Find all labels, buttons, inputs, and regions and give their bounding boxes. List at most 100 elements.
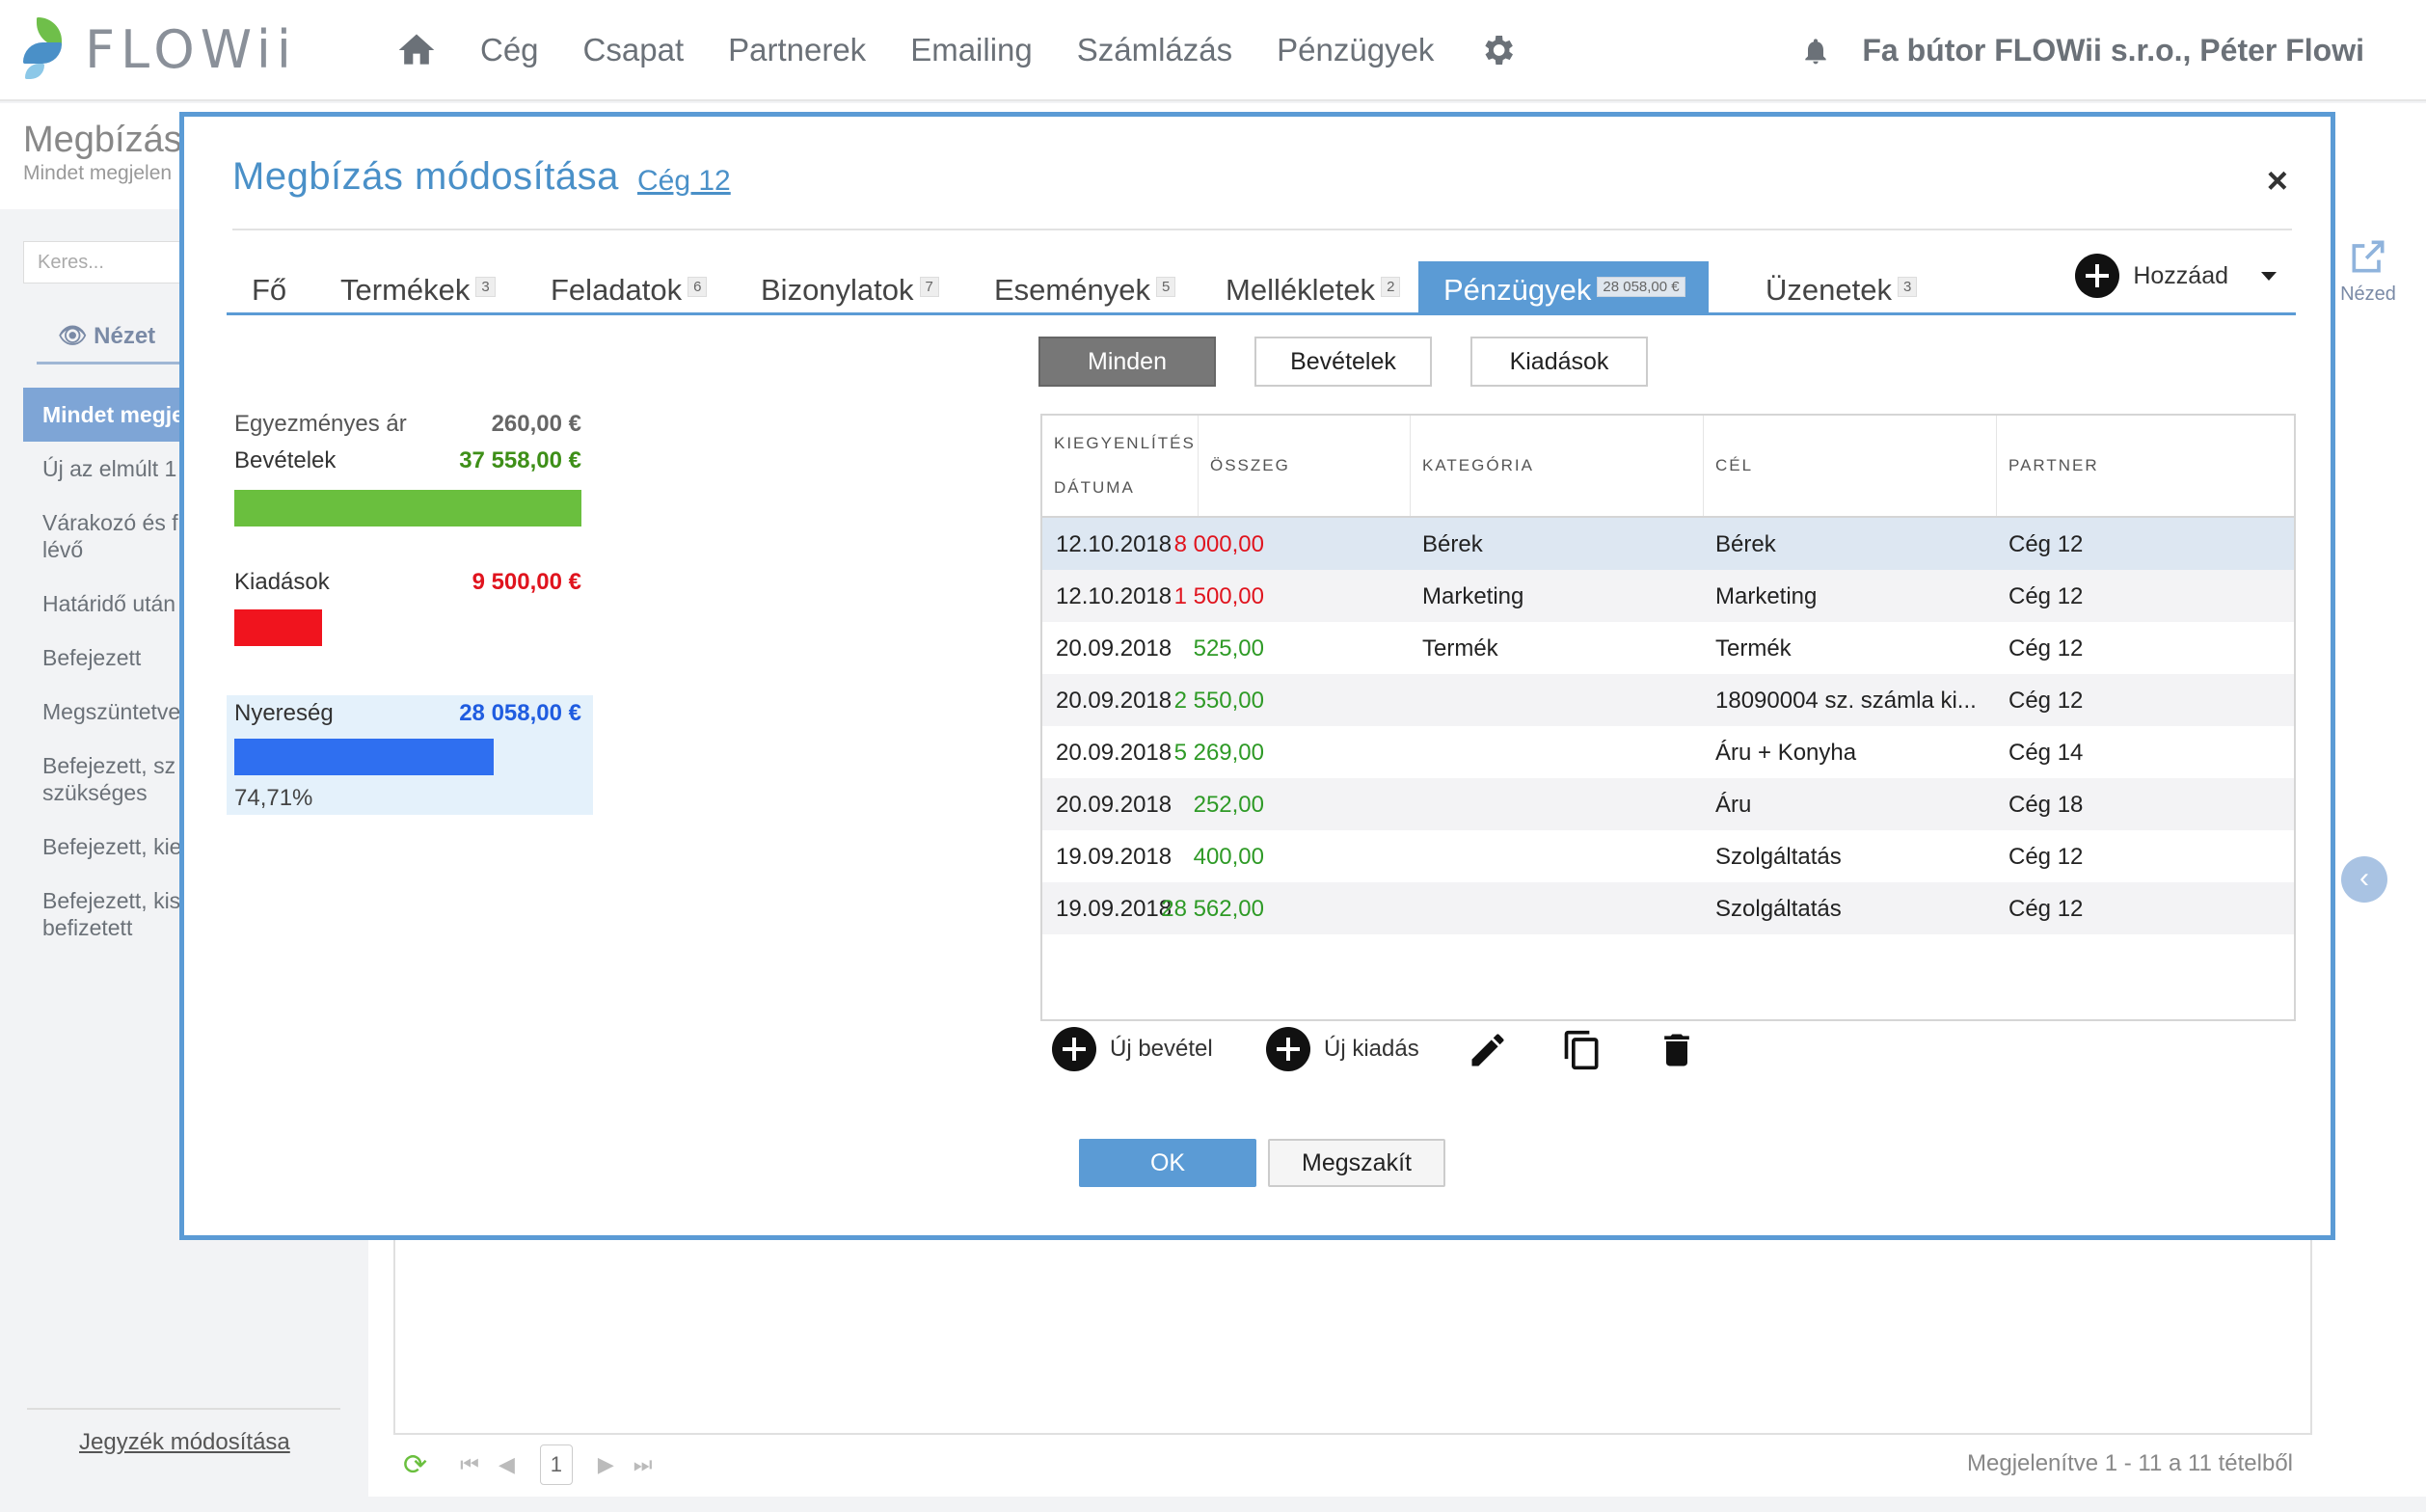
view-tab[interactable]: 👁 Nézet: [37, 322, 181, 364]
tab-amount-badge: 28 058,00 €: [1597, 277, 1685, 297]
pager: ⟳ ⏮ ◀ 1 ▶ ⏭: [403, 1444, 653, 1485]
cell-amount: 5 269,00: [1173, 740, 1264, 766]
page-number[interactable]: 1: [539, 1444, 573, 1485]
cell-partner: Cég 12: [2008, 688, 2084, 714]
table-row[interactable]: 20.09.2018 252,00 Áru Cég 18: [1042, 778, 2294, 830]
first-page-icon[interactable]: ⏮: [460, 1452, 479, 1477]
table-row[interactable]: 19.09.2018 400,00 Szolgáltatás Cég 12: [1042, 830, 2294, 882]
add-dropdown-button[interactable]: Hozzáad: [2075, 254, 2277, 298]
tab-label: Bizonylatok: [761, 273, 914, 307]
logo-mark-icon: [23, 17, 67, 81]
edit-list-link[interactable]: Jegyzék módosítása: [79, 1429, 290, 1456]
table-row[interactable]: 20.09.2018 525,00 Termék Termék Cég 12: [1042, 622, 2294, 674]
nav-finances[interactable]: Pénzügyek: [1277, 32, 1434, 68]
cell-partner: Cég 12: [2008, 531, 2084, 557]
income-value: 37 558,00 €: [459, 447, 581, 473]
gear-icon[interactable]: [1478, 31, 1517, 69]
column-header-date-line1: KIEGYENLÍTÉS: [1054, 434, 1196, 452]
tab-main[interactable]: Fő: [252, 261, 286, 312]
nav-partners[interactable]: Partnerek: [728, 32, 866, 68]
open-external-button[interactable]: Nézed: [2337, 235, 2399, 306]
tab-label: Pénzügyek: [1443, 273, 1592, 307]
nav-team[interactable]: Csapat: [583, 32, 685, 68]
close-icon[interactable]: ×: [2267, 161, 2288, 202]
finance-table: KIEGYENLÍTÉS DÁTUMA ÖSSZEG KATEGÓRIA CÉL…: [1040, 414, 2296, 1021]
table-row[interactable]: 20.09.2018 2 550,00 18090004 sz. számla ki…: [1042, 674, 2294, 726]
tab-attachments[interactable]: Mellékletek 2: [1226, 261, 1401, 312]
expense-row: Kiadások 9 500,00 €: [234, 569, 581, 596]
table-row[interactable]: 20.09.2018 5 269,00 Áru + Konyha Cég 14: [1042, 726, 2294, 778]
income-row: Bevételek 37 558,00 €: [234, 447, 581, 474]
next-page-icon[interactable]: ▶: [598, 1452, 614, 1477]
column-header-category[interactable]: KATEGÓRIA: [1411, 416, 1704, 516]
filter-expense-button[interactable]: Kiadások: [1470, 337, 1648, 387]
cell-partner: Cég 12: [2008, 583, 2084, 609]
table-row[interactable]: 12.10.2018 1 500,00 Marketing Marketing Cég …: [1042, 570, 2294, 622]
last-page-icon[interactable]: ⏭: [633, 1452, 653, 1477]
filter-all-button[interactable]: Minden: [1038, 337, 1216, 387]
refresh-icon[interactable]: ⟳: [403, 1448, 427, 1482]
new-expense-button[interactable]: Új kiadás: [1266, 1027, 1419, 1071]
background-page-title: Megbízás: [23, 120, 182, 160]
pencil-icon[interactable]: [1467, 1029, 1509, 1071]
collapse-panel-button[interactable]: ‹: [2341, 856, 2387, 903]
prev-page-icon[interactable]: ◀: [499, 1452, 515, 1477]
user-area: Fa bútor FLOWii s.r.o., Péter Flowi: [1800, 33, 2364, 68]
profit-label: Nyereség: [234, 700, 334, 726]
app-logo[interactable]: FLOWii: [23, 15, 297, 83]
table-row[interactable]: 12.10.2018 8 000,00 Bérek Bérek Cég 12: [1042, 518, 2294, 570]
modal-tabs: Fő Termékek 3 Feladatok 6 Bizonylatok 7 Ese…: [227, 254, 2296, 315]
cell-category: Termék: [1422, 635, 1498, 662]
tab-label: Fő: [252, 273, 287, 307]
column-header-partner[interactable]: PARTNER: [1997, 416, 2296, 516]
expense-label: Kiadások: [234, 569, 330, 595]
user-name[interactable]: Fa bútor FLOWii s.r.o., Péter Flowi: [1862, 33, 2364, 68]
cell-category: Marketing: [1422, 583, 1524, 609]
divider: [27, 1408, 340, 1410]
column-header-purpose[interactable]: CÉL: [1704, 416, 1997, 516]
plus-circle-icon: [1052, 1027, 1096, 1071]
edit-order-modal: Megbízás módosítása Cég 12 × Fő Termékek…: [179, 112, 2335, 1240]
records-info: Megjelenítve 1 - 11 a 11 tételből: [1967, 1450, 2293, 1476]
copy-icon[interactable]: [1561, 1029, 1604, 1071]
agreed-price-value: 260,00 €: [491, 411, 581, 437]
tab-label: Események: [994, 273, 1150, 307]
tab-tasks[interactable]: Feladatok 6: [551, 261, 708, 312]
logo-text: FLOWii: [85, 18, 297, 80]
company-link[interactable]: Cég 12: [637, 165, 731, 198]
cell-amount: 1 500,00: [1173, 583, 1264, 609]
tab-messages[interactable]: Üzenetek 3: [1766, 261, 1918, 312]
tab-count-badge: 5: [1155, 277, 1176, 297]
bell-icon[interactable]: [1800, 36, 1831, 67]
cancel-button[interactable]: Megszakít: [1268, 1139, 1445, 1187]
trash-icon[interactable]: [1656, 1029, 1698, 1071]
column-header-date[interactable]: KIEGYENLÍTÉS DÁTUMA: [1042, 416, 1199, 516]
tab-documents[interactable]: Bizonylatok 7: [761, 261, 939, 312]
cell-purpose: Áru + Konyha: [1715, 740, 1857, 766]
table-row[interactable]: 19.09.2018 28 562,00 Szolgáltatás Cég 12: [1042, 882, 2294, 934]
profit-bar: [234, 739, 494, 775]
external-link-icon: [2352, 240, 2385, 273]
cell-purpose: Szolgáltatás: [1715, 896, 1842, 922]
column-header-amount[interactable]: ÖSSZEG: [1199, 416, 1411, 516]
profit-value: 28 058,00 €: [459, 700, 581, 726]
new-income-button[interactable]: Új bevétel: [1052, 1027, 1213, 1071]
home-icon[interactable]: [395, 29, 438, 71]
filter-income-button[interactable]: Bevételek: [1254, 337, 1432, 387]
nav-company[interactable]: Cég: [480, 32, 539, 68]
top-navbar: FLOWii Cég Csapat Partnerek Emailing Szá…: [0, 0, 2426, 101]
tab-finances[interactable]: Pénzügyek 28 058,00 €: [1418, 261, 1709, 312]
nav-invoicing[interactable]: Számlázás: [1077, 32, 1232, 68]
cell-purpose: Szolgáltatás: [1715, 844, 1842, 870]
ok-button[interactable]: OK: [1079, 1139, 1256, 1187]
modal-title: Megbízás módosítása: [232, 155, 619, 198]
cell-partner: Cég 12: [2008, 844, 2084, 870]
tab-events[interactable]: Események 5: [994, 261, 1176, 312]
agreed-price-row: Egyezményes ár 260,00 €: [234, 411, 581, 438]
add-label: Hozzáad: [2133, 261, 2228, 289]
cell-purpose: Termék: [1715, 635, 1792, 662]
cell-purpose: Bérek: [1715, 531, 1776, 557]
cell-partner: Cég 12: [2008, 896, 2084, 922]
tab-products[interactable]: Termékek 3: [340, 261, 496, 312]
nav-emailing[interactable]: Emailing: [910, 32, 1033, 68]
